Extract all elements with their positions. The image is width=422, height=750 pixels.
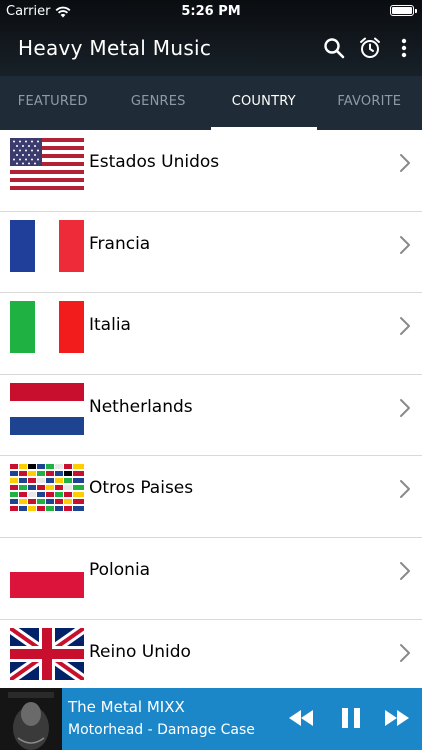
- station-title: The Metal MIXX: [68, 698, 185, 716]
- list-item-polonia[interactable]: Polonia: [0, 538, 422, 620]
- tab-country[interactable]: COUNTRY: [211, 76, 317, 130]
- chevron-right-icon: [400, 643, 410, 662]
- more-vertical-icon: [401, 38, 407, 58]
- mini-player[interactable]: The Metal MIXX Motorhead - Damage Case: [0, 688, 422, 750]
- status-bar: Carrier 5:26 PM: [0, 0, 422, 22]
- tab-featured[interactable]: FEATURED: [0, 76, 106, 130]
- search-icon: [324, 38, 345, 59]
- tab-favorite[interactable]: FAVORITE: [317, 76, 422, 130]
- netherlands-flag-icon: [10, 382, 84, 435]
- country-list: Estados Unidos Francia Italia Netherland…: [0, 130, 422, 702]
- chevron-right-icon: [400, 317, 410, 336]
- alarm-button[interactable]: [358, 36, 382, 60]
- list-item-label: Italia: [89, 315, 131, 336]
- chevron-right-icon: [400, 398, 410, 417]
- clock: 5:26 PM: [181, 4, 241, 19]
- rewind-icon[interactable]: [287, 706, 315, 730]
- album-cover: [0, 688, 62, 750]
- chevron-right-icon: [400, 561, 410, 580]
- chevron-right-icon: [400, 480, 410, 499]
- world-flags-icon: [10, 464, 84, 517]
- chevron-right-icon: [400, 154, 410, 172]
- list-item-label: Polonia: [89, 559, 151, 580]
- chevron-right-icon: [400, 235, 410, 254]
- now-playing-text: Motorhead - Damage Case: [68, 722, 255, 738]
- tab-bar: FEATURED GENRES COUNTRY FAVORITE: [0, 76, 422, 130]
- list-item-label: Reino Unido: [89, 641, 191, 662]
- battery-icon: [390, 5, 417, 16]
- tab-genres[interactable]: GENRES: [106, 76, 212, 130]
- list-item-label: Netherlands: [89, 396, 193, 417]
- list-item-italia[interactable]: Italia: [0, 293, 422, 375]
- italy-flag-icon: [10, 301, 84, 354]
- app-title: Heavy Metal Music: [18, 36, 212, 60]
- usa-flag-icon: [10, 138, 84, 190]
- header: Carrier 5:26 PM Heavy Metal Music FEATUR…: [0, 0, 422, 130]
- poland-flag-icon: [10, 545, 84, 598]
- list-item-label: Francia: [89, 233, 151, 254]
- list-item-francia[interactable]: Francia: [0, 212, 422, 294]
- list-item-label: Otros Paises: [89, 478, 194, 499]
- search-button[interactable]: [322, 36, 346, 60]
- alarm-clock-icon: [360, 37, 380, 58]
- list-item-netherlands[interactable]: Netherlands: [0, 375, 422, 457]
- list-item-otros-paises[interactable]: Otros Paises: [0, 456, 422, 538]
- uk-flag-icon: [10, 627, 84, 680]
- fast-forward-icon[interactable]: [383, 706, 411, 730]
- france-flag-icon: [10, 219, 84, 272]
- pause-icon[interactable]: [337, 706, 365, 730]
- list-item-estados-unidos[interactable]: Estados Unidos: [0, 130, 422, 212]
- app-bar: Heavy Metal Music: [0, 22, 422, 76]
- more-options-button[interactable]: [392, 36, 416, 60]
- list-item-label: Estados Unidos: [89, 152, 220, 172]
